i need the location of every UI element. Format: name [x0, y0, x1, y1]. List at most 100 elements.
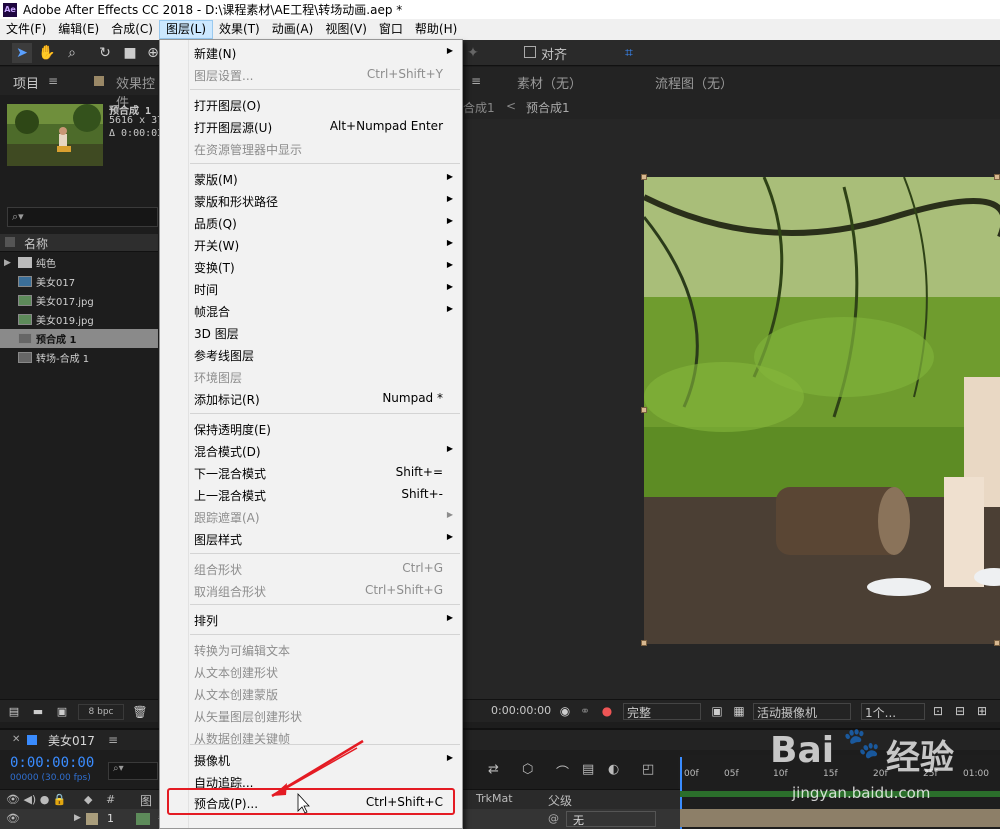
menu-item[interactable]: 蒙版和形状路径 ▶ — [161, 190, 461, 212]
new-composition-icon[interactable]: ▣ — [52, 702, 72, 722]
list-item[interactable]: 美女017.jpg — [0, 291, 158, 310]
menu-item[interactable]: 新建(N) ▶ — [161, 42, 461, 64]
menu-file[interactable]: 文件(F) — [0, 20, 52, 39]
hand-tool-icon[interactable]: ✋ — [37, 43, 57, 63]
frame-blending-icon[interactable]: ▤ — [582, 762, 594, 777]
menu-item[interactable]: 从文本创建蒙版 — [161, 683, 461, 705]
close-icon[interactable]: ✕ — [12, 734, 20, 745]
menu-item[interactable]: 环境图层 — [161, 366, 461, 388]
menu-item[interactable]: 跟踪遮罩(A) ▶ — [161, 506, 461, 528]
puppet-tool-icon[interactable]: ✦ — [463, 43, 483, 63]
menu-item[interactable]: 取消组合形状 Ctrl+Shift+G — [161, 580, 461, 602]
transparency-grid-icon[interactable]: ▦ — [729, 701, 749, 721]
menu-window[interactable]: 窗口 — [373, 20, 409, 39]
menu-animation[interactable]: 动画(A) — [266, 20, 320, 39]
menu-item[interactable]: 混合模式(D) ▶ — [161, 440, 461, 462]
menu-item[interactable]: 排列 ▶ — [161, 609, 461, 631]
resolution-select[interactable]: 完整 — [623, 703, 701, 720]
menu-item[interactable]: 摄像机 ▶ — [161, 749, 461, 771]
tab-footage[interactable]: 素材（无） — [517, 73, 582, 92]
menu-layer[interactable]: 图层(L) — [158, 20, 214, 39]
trash-icon[interactable]: 🗑 — [130, 702, 150, 722]
menu-view[interactable]: 视图(V) — [319, 20, 373, 39]
tab-project[interactable]: 项目 — [13, 73, 39, 92]
list-item[interactable]: 转场-合成 1 — [0, 348, 158, 367]
region-of-interest-icon[interactable]: ▣ — [707, 701, 727, 721]
viewer-timecode[interactable]: 0:00:00:00 — [491, 704, 551, 717]
transform-handle[interactable] — [641, 640, 647, 646]
menu-item[interactable]: 图层样式 ▶ — [161, 528, 461, 550]
menu-item[interactable]: 蒙版(M) ▶ — [161, 168, 461, 190]
motion-blur-icon[interactable]: ◐ — [608, 762, 619, 777]
selection-tool-icon[interactable]: ➤ — [12, 43, 32, 63]
transform-handle[interactable] — [641, 407, 647, 413]
camera-tool-icon[interactable]: ■ — [120, 43, 140, 63]
panel-menu-icon[interactable]: ≡ — [108, 733, 118, 747]
list-item[interactable]: 预合成 1 — [0, 329, 158, 348]
menu-item[interactable]: 品质(Q) ▶ — [161, 212, 461, 234]
channel-icon[interactable]: ● — [597, 701, 617, 721]
menu-item[interactable]: 3D 图层 — [161, 322, 461, 344]
panel-menu-icon[interactable]: ≡ — [471, 74, 481, 88]
menu-item[interactable]: 组合形状 Ctrl+G — [161, 558, 461, 580]
transform-handle[interactable] — [641, 174, 647, 180]
name-column-header[interactable]: 名称 — [24, 235, 48, 252]
menu-item[interactable]: 打开图层源(U) Alt+Numpad Enter — [161, 116, 461, 138]
tab-timeline-comp[interactable]: 美女017 — [48, 732, 95, 749]
layer-label-color-icon[interactable] — [86, 813, 98, 825]
new-folder-icon[interactable]: ▬ — [28, 702, 48, 722]
menu-item[interactable]: 帧混合 ▶ — [161, 300, 461, 322]
transform-handle[interactable] — [994, 174, 1000, 180]
menu-composition[interactable]: 合成(C) — [105, 20, 159, 39]
menu-item[interactable]: 时间 ▶ — [161, 278, 461, 300]
snapshot-icon[interactable]: ◉ — [555, 701, 575, 721]
fast-preview-icon[interactable]: ⊟ — [950, 701, 970, 721]
timeline-search-input[interactable]: ⌕▾ — [108, 762, 158, 780]
menu-effect[interactable]: 效果(T) — [213, 20, 266, 39]
snap-checkbox[interactable] — [524, 46, 536, 58]
graph-editor-icon[interactable]: ◰ — [642, 762, 654, 777]
flowchart-icon[interactable]: ⊞ — [972, 701, 992, 721]
draft-3d-icon[interactable]: ⬡ — [522, 762, 533, 777]
menu-item[interactable]: 添加标记(R) Numpad * — [161, 388, 461, 410]
zoom-tool-icon[interactable]: ⌕ — [62, 43, 82, 63]
list-item[interactable]: ▶ 纯色 — [0, 253, 158, 272]
menu-item[interactable]: 图层设置... Ctrl+Shift+Y — [161, 64, 461, 86]
rotate-tool-icon[interactable]: ↻ — [95, 43, 115, 63]
tab-flowchart[interactable]: 流程图（无） — [655, 73, 733, 92]
interpret-footage-icon[interactable]: ▤ — [4, 702, 24, 722]
menu-help[interactable]: 帮助(H) — [409, 20, 463, 39]
parent-select[interactable]: 无 — [566, 811, 656, 827]
menu-item[interactable]: 保持透明度(E) — [161, 418, 461, 440]
menu-item[interactable]: 从文本创建形状 — [161, 661, 461, 683]
menu-item[interactable]: 从数据创建关键帧 — [161, 727, 461, 749]
list-item[interactable]: 美女017 — [0, 272, 158, 291]
menu-item[interactable]: 变换(T) ▶ — [161, 256, 461, 278]
menu-item[interactable]: 转换为可编辑文本 — [161, 639, 461, 661]
menu-item[interactable]: 参考线图层 — [161, 344, 461, 366]
project-search-input[interactable]: ⌕▾ — [7, 207, 158, 227]
menu-item[interactable]: 上一混合模式 Shift+- — [161, 484, 461, 506]
menu-item[interactable]: 打开图层(O) — [161, 94, 461, 116]
list-item[interactable]: 美女019.jpg — [0, 310, 158, 329]
breadcrumb-comp[interactable]: 合成1 — [463, 99, 495, 116]
transform-handle[interactable] — [994, 640, 1000, 646]
menu-edit[interactable]: 编辑(E) — [52, 20, 105, 39]
menu-item[interactable]: 在资源管理器中显示 — [161, 138, 461, 160]
snap-target-icon[interactable]: ⌗ — [619, 43, 639, 63]
expand-arrow-icon[interactable]: ▶ — [74, 813, 81, 823]
show-snapshot-icon[interactable]: ⚭ — [575, 701, 595, 721]
views-select[interactable]: 1个... — [861, 703, 925, 720]
expand-arrow-icon[interactable]: ▶ — [4, 258, 11, 268]
shy-icon[interactable]: ⌒ — [556, 762, 569, 781]
menu-item[interactable]: 下一混合模式 Shift+= — [161, 462, 461, 484]
camera-select[interactable]: 活动摄像机 — [753, 703, 851, 720]
visibility-eye-icon[interactable]: 👁 — [6, 812, 20, 825]
menu-item[interactable]: 从矢量图层创建形状 — [161, 705, 461, 727]
bpc-button[interactable]: 8 bpc — [78, 704, 124, 720]
comp-mini-flowchart-icon[interactable]: ⇄ — [488, 762, 499, 777]
timeline-timecode[interactable]: 0:00:00:00 — [10, 755, 94, 771]
pickwhip-icon[interactable]: @ — [548, 812, 559, 825]
toggle-pixel-icon[interactable]: ⊡ — [928, 701, 948, 721]
menu-item[interactable]: 开关(W) ▶ — [161, 234, 461, 256]
